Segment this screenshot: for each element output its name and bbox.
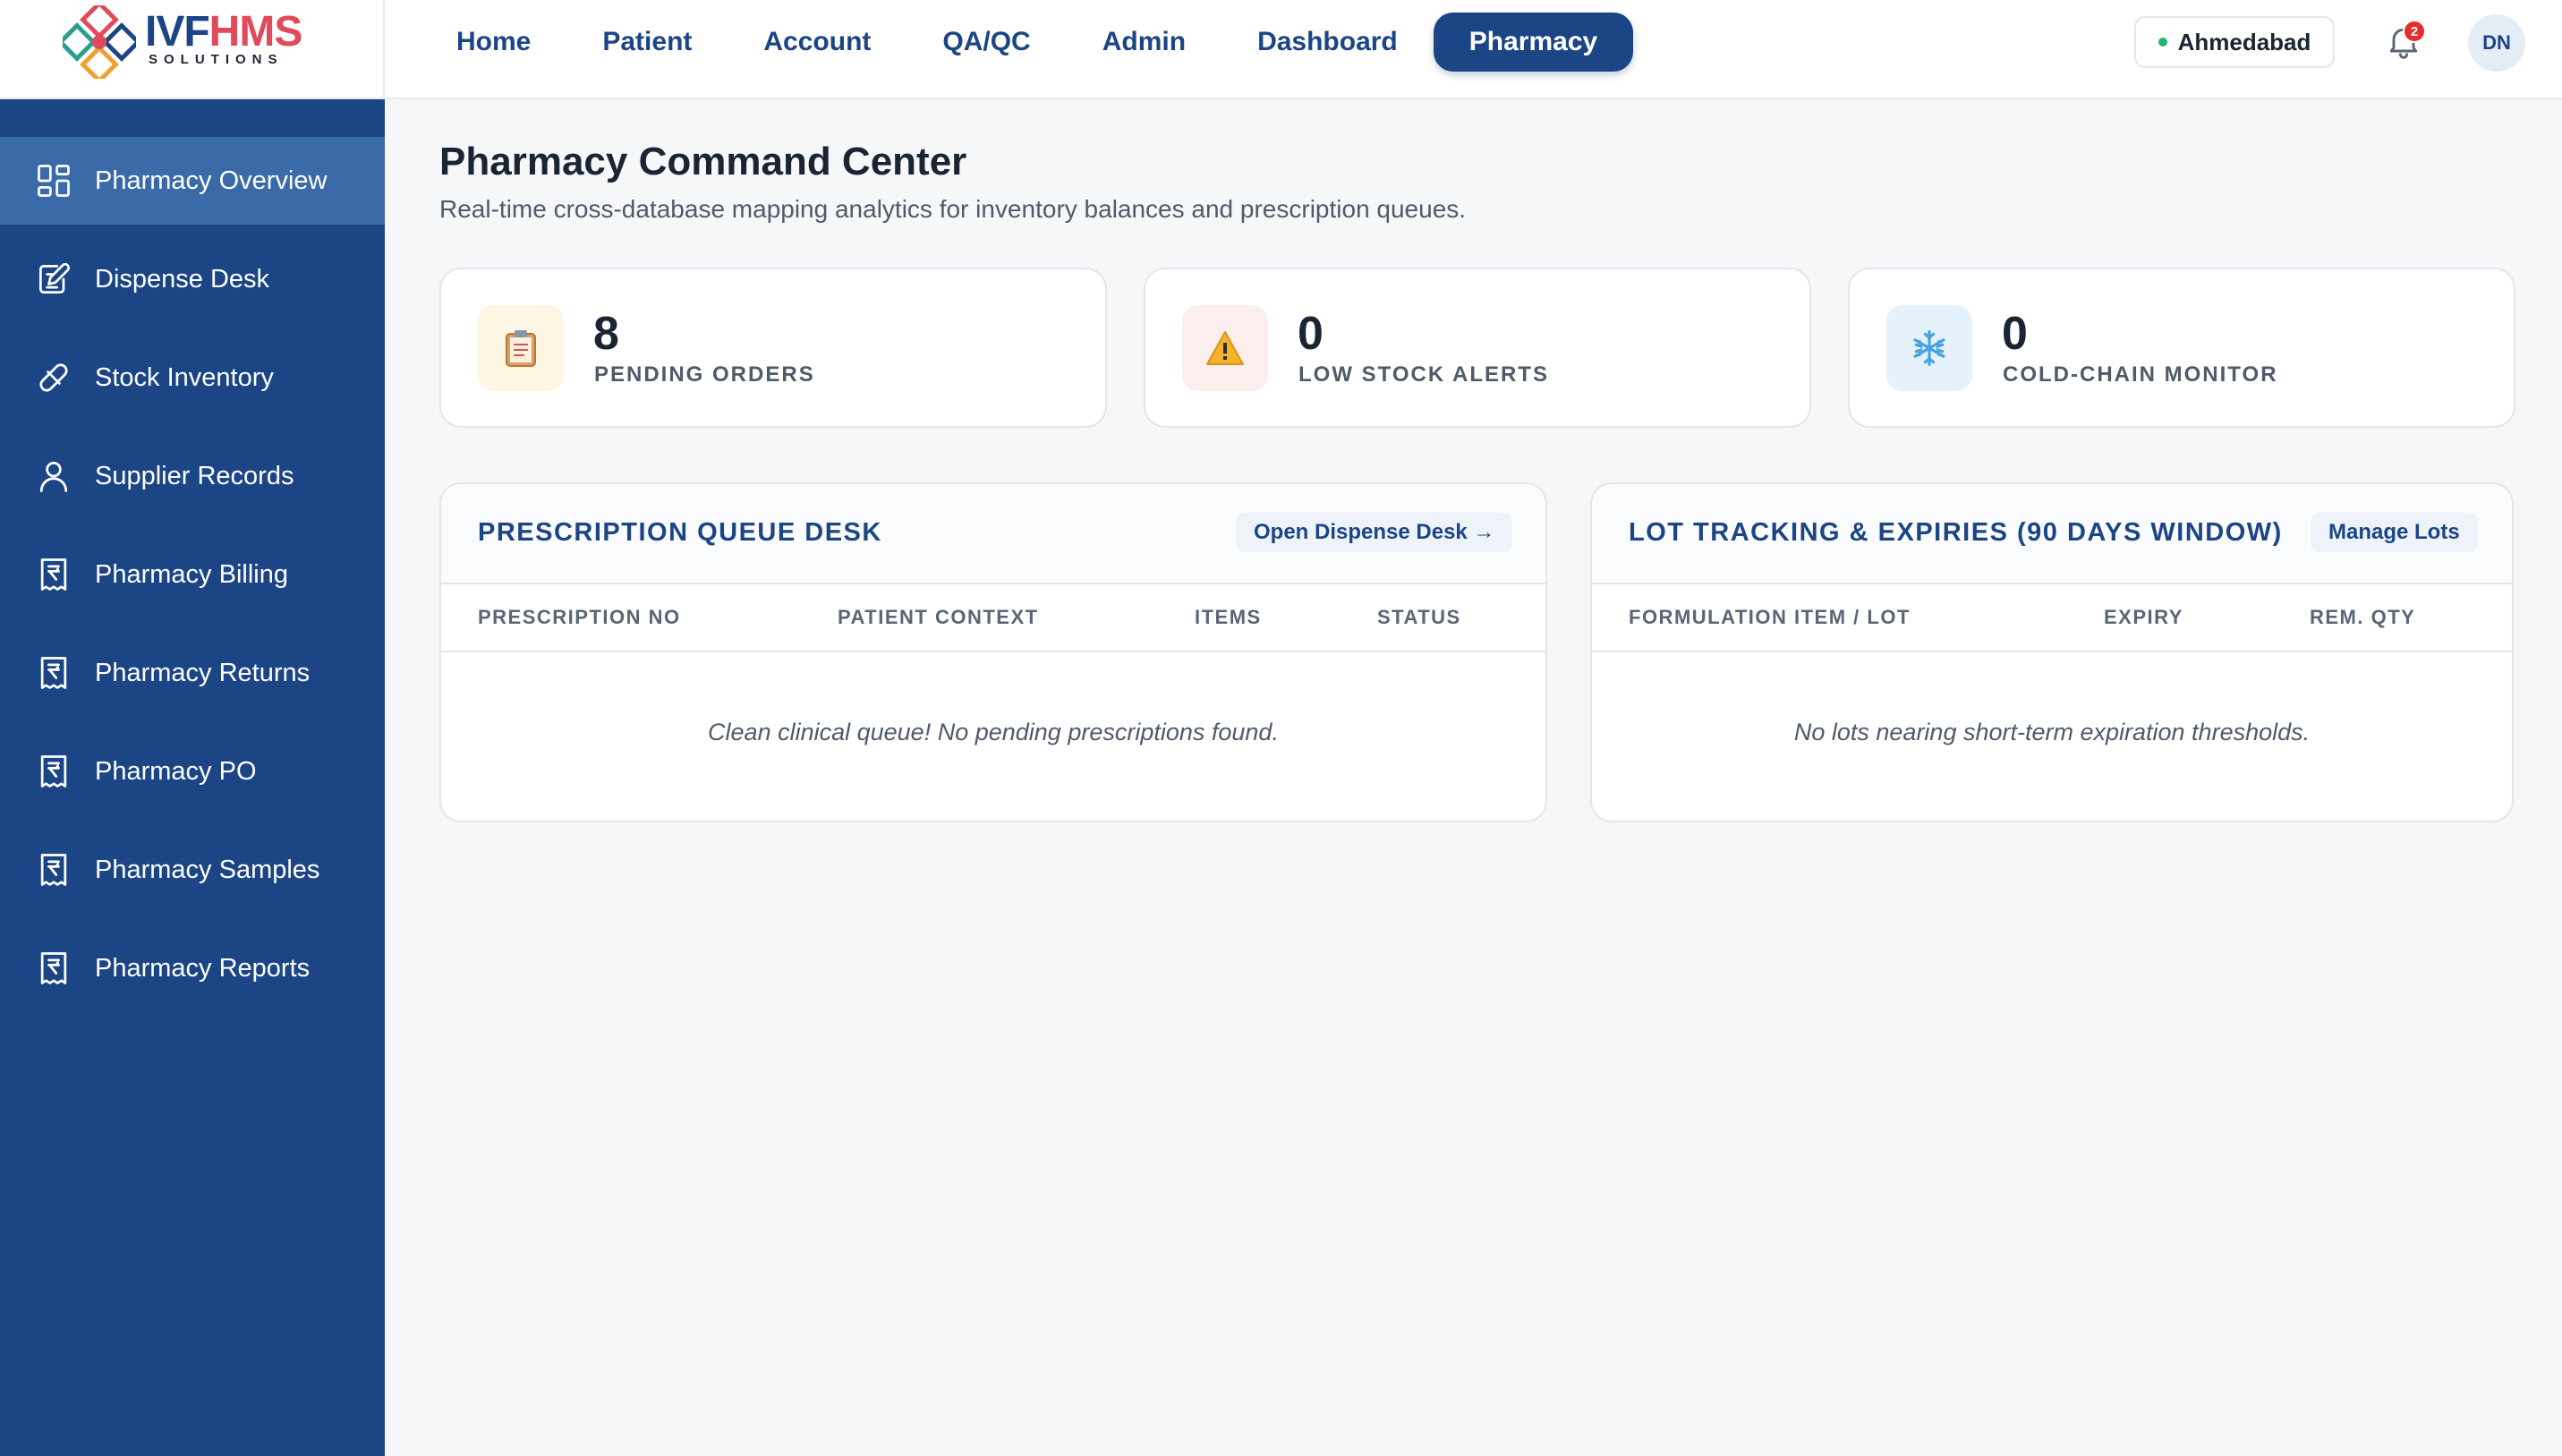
nav-dashboard[interactable]: Dashboard (1221, 13, 1434, 72)
branch-label: Ahmedabad (2177, 28, 2311, 55)
sidebar-item-label: Pharmacy Billing (95, 559, 288, 589)
sidebar-item-label: Pharmacy Overview (95, 166, 328, 195)
column-header[interactable]: EXPIRY (2104, 606, 2183, 629)
main-nav: Home Patient Account QA/QC Admin Dashboa… (421, 13, 1634, 72)
column-header[interactable]: REM. QTY (2310, 606, 2415, 629)
clipboard-icon (478, 305, 564, 391)
logo-area[interactable]: IVFHMS SOLUTIONS (0, 0, 385, 99)
stat-label: PENDING ORDERS (594, 362, 815, 387)
user-icon (39, 461, 68, 492)
prescription-queue-panel: PRESCRIPTION QUEUE DESK Open Dispense De… (439, 482, 1547, 822)
nav-home[interactable]: Home (421, 13, 566, 72)
sidebar-item-stock-inventory[interactable]: Stock Inventory (0, 334, 385, 421)
sidebar-item-pharmacy-billing[interactable]: Pharmacy Billing (0, 531, 385, 618)
sidebar-item-label: Pharmacy PO (95, 756, 257, 786)
stat-card-low-stock-alerts: 0 LOW STOCK ALERTS (1144, 268, 1811, 428)
sidebar-item-dispense-desk[interactable]: Dispense Desk (0, 235, 385, 323)
nav-account[interactable]: Account (728, 13, 906, 72)
stat-value: 8 (593, 308, 619, 360)
sidebar-item-label: Pharmacy Samples (95, 855, 320, 884)
column-header[interactable]: ITEMS (1195, 606, 1262, 629)
column-header[interactable]: PRESCRIPTION NO (478, 606, 681, 629)
logo-icon (63, 5, 136, 79)
avatar[interactable]: DN (2468, 14, 2525, 72)
sidebar-item-pharmacy-po[interactable]: Pharmacy PO (0, 728, 385, 815)
lot-tracking-panel: LOT TRACKING & EXPIRIES (90 DAYS WINDOW)… (1590, 482, 2514, 822)
empty-state-message: No lots nearing short-term expiration th… (1793, 719, 2311, 745)
notification-badge: 2 (2403, 20, 2426, 43)
status-dot (2158, 38, 2167, 47)
branch-selector[interactable]: Ahmedabad (2134, 16, 2335, 68)
edit-document-icon (38, 262, 71, 294)
sidebar-item-pharmacy-samples[interactable]: Pharmacy Samples (0, 826, 385, 914)
table-header: PRESCRIPTION NO PATIENT CONTEXT ITEMS ST… (441, 583, 1545, 652)
rupee-receipt-icon (40, 854, 67, 886)
logo-wordmark: IVFHMS (145, 8, 302, 55)
rupee-receipt-icon (40, 657, 67, 689)
rupee-receipt-icon (40, 952, 67, 984)
rupee-receipt-icon (40, 558, 67, 591)
column-header[interactable]: STATUS (1377, 606, 1461, 629)
sidebar-item-label: Pharmacy Reports (95, 953, 311, 983)
warning-icon (1182, 305, 1268, 391)
logo-subtitle: SOLUTIONS (149, 52, 284, 67)
pill-icon (39, 363, 68, 392)
stat-label: LOW STOCK ALERTS (1298, 362, 1549, 387)
sidebar-item-pharmacy-overview[interactable]: Pharmacy Overview (0, 137, 385, 225)
column-header[interactable]: FORMULATION ITEM / LOT (1629, 606, 1911, 629)
sidebar-item-pharmacy-returns[interactable]: Pharmacy Returns (0, 629, 385, 717)
manage-lots-button[interactable]: Manage Lots (2311, 513, 2478, 552)
nav-pharmacy[interactable]: Pharmacy (1433, 13, 1634, 72)
grid-icon (38, 165, 70, 197)
nav-qa-qc[interactable]: QA/QC (906, 13, 1066, 72)
page-subtitle: Real-time cross-database mapping analyti… (439, 195, 1467, 223)
snowflake-icon (1886, 305, 1972, 391)
sidebar-item-label: Dispense Desk (95, 264, 270, 294)
sidebar: Pharmacy Overview Dispense Desk Stock In… (0, 99, 385, 1456)
empty-state-message: Clean clinical queue! No pending prescri… (708, 719, 1279, 745)
panel-title: PRESCRIPTION QUEUE DESK (478, 518, 882, 547)
sidebar-item-label: Stock Inventory (95, 362, 274, 392)
stat-value: 0 (1298, 308, 1324, 360)
page-title: Pharmacy Command Center (439, 140, 967, 183)
nav-patient[interactable]: Patient (566, 13, 728, 72)
panel-header: PRESCRIPTION QUEUE DESK Open Dispense De… (441, 484, 1545, 584)
stat-value: 0 (2002, 308, 2028, 360)
table-header: FORMULATION ITEM / LOT EXPIRY REM. QTY (1592, 583, 2512, 652)
panel-header: LOT TRACKING & EXPIRIES (90 DAYS WINDOW)… (1592, 484, 2512, 584)
top-bar: IVFHMS SOLUTIONS Home Patient Account QA… (0, 0, 2562, 99)
stat-card-cold-chain-monitor: 0 COLD-CHAIN MONITOR (1848, 268, 2515, 428)
column-header[interactable]: PATIENT CONTEXT (838, 606, 1039, 629)
panel-title: LOT TRACKING & EXPIRIES (90 DAYS WINDOW) (1629, 518, 2283, 547)
sidebar-item-supplier-records[interactable]: Supplier Records (0, 432, 385, 520)
nav-admin[interactable]: Admin (1067, 13, 1221, 72)
stat-label: COLD-CHAIN MONITOR (2003, 362, 2278, 387)
sidebar-item-label: Supplier Records (95, 461, 294, 490)
rupee-receipt-icon (40, 755, 67, 788)
open-dispense-desk-button[interactable]: Open Dispense Desk → (1236, 513, 1513, 552)
sidebar-item-label: Pharmacy Returns (95, 658, 311, 687)
stat-card-pending-orders: 8 PENDING ORDERS (439, 268, 1107, 428)
sidebar-item-pharmacy-reports[interactable]: Pharmacy Reports (0, 924, 385, 1012)
